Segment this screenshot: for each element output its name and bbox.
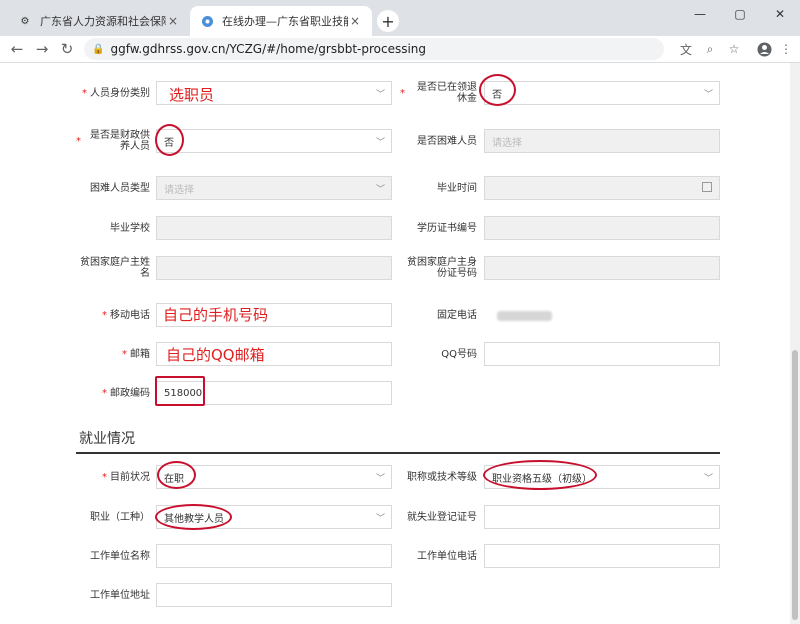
chevron-down-icon: ﹀ (375, 514, 385, 524)
close-window-icon[interactable]: ✕ (760, 0, 800, 28)
field-label: 贫困家庭户主姓名 (80, 257, 150, 279)
field-label: 毕业时间 (437, 182, 477, 194)
chevron-down-icon: ﹀ (375, 185, 385, 195)
field-label: 贫困家庭户主身份证号码 (407, 257, 477, 279)
flower-icon (200, 14, 214, 28)
form-row: 毕业学校 学历证书编号 (0, 216, 790, 240)
annotation-circle (155, 504, 232, 530)
calendar-icon (702, 182, 712, 192)
star-icon[interactable]: ☆ (723, 38, 745, 60)
annotation-box (155, 376, 205, 406)
chevron-down-icon: ﹀ (703, 90, 713, 100)
tab-strip: ⚙ 广东省人力资源和社会保障厅网... × 在线办理—广东省职业技能提升... … (0, 0, 800, 36)
poor-household-id-input[interactable] (484, 256, 720, 280)
url-text: ggfw.gdhrss.gov.cn/YCZG/#/home/grsbbt-pr… (110, 42, 427, 56)
field-label: * 目前状况 (102, 471, 150, 483)
employer-phone-input[interactable] (484, 544, 720, 568)
form-row: 职业（工种） 其他教学人员 ﹀ 就失业登记证号 (0, 505, 790, 529)
annotation-circle (155, 124, 184, 156)
field-label: 固定电话 (437, 309, 477, 321)
field-label: 职称或技术等级 (407, 471, 477, 483)
poor-household-name-input[interactable] (156, 256, 392, 280)
new-tab-button[interactable]: + (377, 10, 399, 32)
annotation-circle (479, 74, 516, 106)
form-row: 工作单位地址 (0, 583, 790, 607)
diploma-number-input[interactable] (484, 216, 720, 240)
gear-icon: ⚙ (20, 15, 30, 27)
form-row: * 目前状况 在职 ﹀ 职称或技术等级 职业资格五级（初级） ﹀ (0, 465, 790, 489)
annotation-email: 自己的QQ邮箱 (166, 346, 265, 364)
field-label: 工作单位电话 (417, 550, 477, 562)
field-label: 就失业登记证号 (407, 511, 477, 523)
section-title: 就业情况 (79, 431, 135, 447)
tab-online-processing[interactable]: 在线办理—广东省职业技能提升... × (190, 6, 372, 36)
scrollbar-thumb[interactable] (792, 350, 798, 620)
chevron-down-icon: ﹀ (375, 474, 385, 484)
tab-hrss[interactable]: ⚙ 广东省人力资源和社会保障厅网... × (8, 6, 190, 36)
lock-icon: 🔒 (92, 43, 105, 55)
minimize-icon[interactable]: — (680, 0, 720, 28)
section-divider (76, 452, 720, 454)
field-label: * 是否是财政供养人员 (76, 130, 150, 152)
browser-toolbar: ← → ↻ 🔒 ggfw.gdhrss.gov.cn/YCZG/#/home/g… (0, 36, 800, 63)
form-row: 困难人员类型 请选择 ﹀ 毕业时间 (0, 176, 790, 200)
address-bar[interactable]: 🔒 ggfw.gdhrss.gov.cn/YCZG/#/home/grsbbt-… (84, 38, 664, 60)
reload-icon[interactable]: ↻ (56, 38, 78, 60)
chevron-down-icon: ﹀ (703, 474, 713, 484)
close-icon[interactable]: × (166, 14, 180, 28)
back-icon[interactable]: ← (6, 38, 28, 60)
chevron-down-icon: ﹀ (375, 138, 385, 148)
graduation-date-picker[interactable] (484, 176, 720, 200)
zoom-icon[interactable]: ⌕ (699, 38, 721, 60)
form-page: * 人员身份类别 ﹀ * 是否已在领退休金 否 ﹀ * 是否是财政供养人员 否 ﹀ 是否困… (0, 63, 790, 624)
field-label: 毕业学校 (110, 222, 150, 234)
redacted-value (497, 311, 552, 321)
form-row: * 人员身份类别 ﹀ * 是否已在领退休金 否 ﹀ (0, 81, 790, 105)
form-row: * 邮箱 QQ号码 (0, 342, 790, 366)
form-row: * 邮政编码 518000 (0, 381, 790, 405)
field-label: 工作单位地址 (90, 589, 150, 601)
employer-name-input[interactable] (156, 544, 392, 568)
hardship-select[interactable]: 请选择 (484, 129, 720, 153)
field-label: * 移动电话 (102, 309, 150, 321)
field-label: * 人员身份类别 (82, 87, 150, 99)
field-label: 工作单位名称 (90, 550, 150, 562)
pension-select[interactable]: 否 ﹀ (484, 81, 720, 105)
hardship-type-select[interactable]: 请选择 ﹀ (156, 176, 392, 200)
tab-title: 在线办理—广东省职业技能提升... (222, 15, 348, 28)
field-label: QQ号码 (441, 348, 477, 360)
field-label: 职业（工种） (90, 511, 150, 523)
close-icon[interactable]: × (348, 14, 362, 28)
school-input[interactable] (156, 216, 392, 240)
employer-address-input[interactable] (156, 583, 392, 607)
form-row: 贫困家庭户主姓名 贫困家庭户主身份证号码 (0, 256, 790, 280)
qq-number-input[interactable] (484, 342, 720, 366)
tab-title: 广东省人力资源和社会保障厅网... (40, 15, 166, 28)
annotation-identity: 选职员 (169, 86, 215, 104)
maximize-icon[interactable]: ▢ (720, 0, 760, 28)
annotation-mobile: 自己的手机号码 (163, 306, 269, 324)
chevron-down-icon: ﹀ (375, 90, 385, 100)
annotation-circle (157, 461, 196, 489)
field-label: 是否困难人员 (417, 135, 477, 147)
field-label: 学历证书编号 (417, 222, 477, 234)
field-label: 困难人员类型 (90, 182, 150, 194)
form-row: * 移动电话 固定电话 (0, 303, 790, 327)
forward-icon[interactable]: → (31, 38, 53, 60)
field-label: * 邮政编码 (102, 387, 150, 399)
account-icon[interactable] (753, 38, 775, 60)
field-label: * 是否已在领退休金 (400, 82, 477, 104)
employment-registration-input[interactable] (484, 505, 720, 529)
fiscal-support-select[interactable]: 否 ﹀ (156, 129, 392, 153)
annotation-circle (483, 460, 597, 490)
form-row: * 是否是财政供养人员 否 ﹀ 是否困难人员 请选择 (0, 129, 790, 153)
translate-icon[interactable]: 文 (675, 38, 697, 60)
field-label: * 邮箱 (122, 348, 150, 360)
menu-icon[interactable]: ⋮ (775, 38, 797, 60)
form-row: 工作单位名称 工作单位电话 (0, 544, 790, 568)
